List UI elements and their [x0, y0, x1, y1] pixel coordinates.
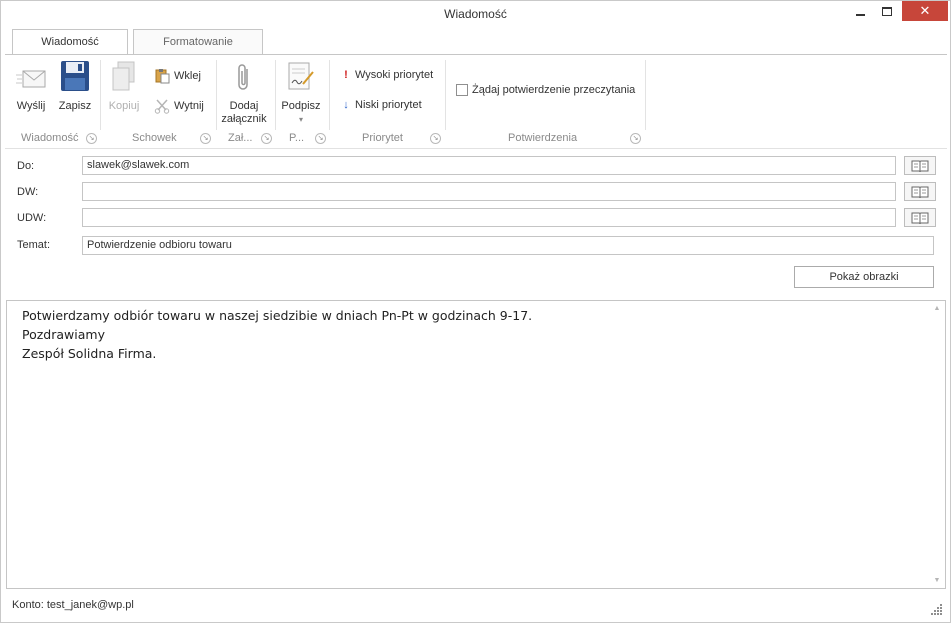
- low-priority-label: Niski priorytet: [355, 99, 422, 111]
- scissors-icon: [154, 99, 170, 114]
- scroll-up-arrow-icon[interactable]: ▲: [929, 305, 945, 312]
- ribbon-separator: [100, 60, 101, 130]
- group-label-clipboard: Schowek: [132, 132, 177, 144]
- copy-icon: [112, 61, 135, 91]
- close-icon: ✕: [919, 3, 931, 18]
- body-line: Zespół Solidna Firma.: [22, 346, 157, 361]
- paste-label: Wklej: [174, 70, 201, 82]
- high-priority-button[interactable]: ! Wysoki priorytet: [341, 69, 433, 81]
- envelope-icon: [16, 70, 46, 88]
- group-label-message: Wiadomość: [21, 132, 79, 144]
- checkbox-box[interactable]: [456, 84, 468, 96]
- cc-field[interactable]: [82, 182, 896, 201]
- group-launcher-icon[interactable]: ↘: [430, 133, 441, 144]
- group-launcher-icon[interactable]: ↘: [200, 133, 211, 144]
- vertical-scrollbar[interactable]: ▲ ▼: [929, 301, 945, 588]
- chevron-down-icon: ▾: [298, 115, 303, 124]
- copy-button[interactable]: Kopiuj: [106, 60, 142, 113]
- arrow-down-icon: ↓: [343, 99, 349, 111]
- close-button[interactable]: ✕: [902, 1, 948, 21]
- address-book-icon: [911, 160, 929, 172]
- body-line: Pozdrawiamy: [22, 327, 105, 342]
- high-priority-label: Wysoki priorytet: [355, 69, 434, 81]
- tab-formatowanie[interactable]: Formatowanie: [133, 29, 263, 55]
- ribbon-tabs: Wiadomość Formatowanie: [1, 28, 950, 55]
- subject-field[interactable]: Potwierdzenie odbioru towaru: [82, 236, 934, 255]
- attach-label-line1: Dodaj: [229, 100, 259, 112]
- read-receipt-label: Żądaj potwierdzenie przeczytania: [472, 84, 636, 96]
- attach-label-line2: załącznik: [221, 113, 267, 125]
- address-book-button-to[interactable]: [904, 156, 936, 175]
- account-status: Konto: test_janek@wp.pl: [12, 599, 134, 611]
- resize-grip-icon[interactable]: [931, 604, 943, 616]
- message-window: Wiadomość ✕ Wiadomość Formatowanie Wyśli…: [0, 0, 951, 623]
- body-line: Potwierdzamy odbiór towaru w naszej sied…: [22, 308, 533, 323]
- maximize-button[interactable]: [874, 1, 900, 21]
- attach-file-button[interactable]: Dodaj załącznik: [221, 63, 267, 126]
- bcc-label: UDW:: [17, 212, 47, 224]
- group-launcher-icon[interactable]: ↘: [261, 133, 272, 144]
- exclamation-icon: !: [344, 69, 348, 81]
- minimize-button[interactable]: [847, 1, 873, 21]
- paste-button[interactable]: Wklej: [154, 68, 201, 84]
- low-priority-button[interactable]: ↓ Niski priorytet: [341, 99, 422, 111]
- message-body-text[interactable]: Potwierdzamy odbiór towaru w naszej sied…: [22, 306, 532, 363]
- save-label: Zapisz: [58, 100, 92, 112]
- scroll-down-arrow-icon[interactable]: ▼: [929, 577, 945, 584]
- ribbon-separator: [216, 60, 217, 130]
- paste-icon: [155, 69, 170, 84]
- cut-label: Wytnij: [174, 100, 204, 112]
- ribbon-separator: [329, 60, 330, 130]
- ribbon-separator: [645, 60, 646, 130]
- minimize-icon: [855, 14, 865, 16]
- send-label: Wyślij: [16, 100, 46, 112]
- group-launcher-icon[interactable]: ↘: [86, 133, 97, 144]
- address-book-icon: [911, 212, 929, 224]
- group-label-confirmations: Potwierdzenia: [508, 132, 578, 144]
- message-body-editor[interactable]: Potwierdzamy odbiór towaru w naszej sied…: [6, 300, 946, 589]
- save-button[interactable]: Zapisz: [57, 60, 93, 113]
- tab-wiadomosc[interactable]: Wiadomość: [12, 29, 128, 55]
- group-launcher-icon[interactable]: ↘: [630, 133, 641, 144]
- maximize-icon: [882, 6, 892, 16]
- copy-label: Kopiuj: [108, 100, 140, 112]
- sign-button[interactable]: Podpisz ▾: [279, 60, 323, 126]
- ribbon: Wyślij Zapisz Kopiuj Wklej Wytnij Dodaj …: [5, 54, 947, 149]
- cut-button[interactable]: Wytnij: [154, 98, 204, 114]
- sign-label: Podpisz: [281, 100, 321, 112]
- group-label-attachments: Zał...: [228, 132, 253, 144]
- ribbon-separator: [275, 60, 276, 130]
- address-book-button-cc[interactable]: [904, 182, 936, 201]
- group-label-priority: Priorytet: [362, 132, 403, 144]
- group-launcher-icon[interactable]: ↘: [315, 133, 326, 144]
- paperclip-icon: [238, 64, 248, 90]
- cc-label: DW:: [17, 186, 39, 198]
- ribbon-separator: [445, 60, 446, 130]
- title-bar: Wiadomość ✕: [1, 1, 950, 27]
- group-label-signature: P...: [289, 132, 305, 144]
- address-book-button-bcc[interactable]: [904, 208, 936, 227]
- address-book-icon: [911, 186, 929, 198]
- signature-icon: [288, 62, 314, 90]
- bcc-field[interactable]: [82, 208, 896, 227]
- send-button[interactable]: Wyślij: [13, 63, 49, 113]
- floppy-disk-icon: [61, 61, 89, 91]
- read-receipt-checkbox[interactable]: Żądaj potwierdzenie przeczytania: [456, 84, 635, 96]
- show-images-button[interactable]: Pokaż obrazki: [794, 266, 934, 288]
- subject-label: Temat:: [17, 239, 51, 251]
- to-field[interactable]: slawek@slawek.com: [82, 156, 896, 175]
- to-label: Do:: [17, 160, 35, 172]
- window-title: Wiadomość: [444, 7, 507, 21]
